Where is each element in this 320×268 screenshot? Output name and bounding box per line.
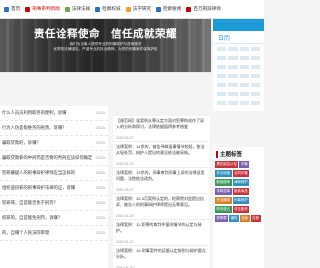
tag-link[interactable]: 合同诈骗: [232, 170, 250, 177]
nav-item-label: 法律法规: [71, 6, 91, 11]
tag-link[interactable]: 自首: [250, 215, 261, 222]
nav-item-procuratorate[interactable]: 检察要闻: [155, 6, 182, 12]
tag-list: 累犯能否从轻 诈骗 非法经营 合同诈骗 取保候审 律师辩护 寻衅滋事 贩卖毒品 开设赌场 刑事辩护…: [213, 161, 264, 224]
tag-link[interactable]: 缓刑: [229, 215, 239, 222]
list-item-title[interactable]: 权罪的，自首能免刑罚，诉赚？: [2, 215, 62, 221]
list-item-date: 2020-: [96, 186, 106, 190]
document-icon: [155, 6, 161, 12]
article-date: 2020-05-07: [116, 188, 134, 192]
list-item-title[interactable]: 犯罪罪，自首能否免于刑罚？: [2, 200, 58, 206]
list-item-title[interactable]: 什么人员员利用职务的便利，诉赚: [2, 110, 66, 116]
nav-item-label: 法学研究: [132, 6, 151, 11]
article-date: 2020-05-15: [116, 162, 134, 166]
article-item[interactable]: 【规范网】该案例从罪认定方面对犯罪构成作了深入的分析和探讨，法律依据值得参考借鉴…: [113, 116, 210, 142]
list-item-title[interactable]: 骗取贷款的，诉赚？: [2, 140, 41, 146]
calendar-widget: 日历: [213, 19, 264, 111]
center-article-list: 【规范网】该案例从罪认定方面对犯罪构成作了深入的分析和探讨，法律依据值得参考借鉴…: [113, 116, 210, 268]
law-icon: [64, 6, 70, 12]
list-item[interactable]: 骗取贷款的，诉赚？ 2020-: [0, 136, 108, 151]
banner-slogan: 责任诠释使命 信任成就荣耀: [34, 28, 177, 40]
tag-link[interactable]: 职务侵占: [215, 206, 232, 213]
badge-icon: [95, 6, 101, 12]
list-item-date: 2020-: [96, 231, 106, 235]
nav-item-label: 检察要闻: [162, 6, 182, 11]
tag-link[interactable]: 寻衅滋事: [215, 188, 232, 195]
article-item[interactable]: 法律案例：14岁的，被告寻衅滋事情节较轻，依法从轻处罚，辩护人提出的意见依法被采…: [113, 142, 210, 168]
tag-cloud-title: 主题标签: [220, 152, 243, 158]
list-item-title[interactable]: 的，自赚个人民法院审理: [2, 230, 49, 236]
article-item[interactable]: 法律案例：10-刑事案件的证据认定规则与辩护要点分析。 2020-03-30: [113, 246, 210, 268]
article-date: 2020-04-12: [116, 240, 134, 244]
nav-item-research[interactable]: 法学研究: [125, 6, 151, 12]
list-item-title[interactable]: 行为人伪造假维务的刑责、诉赚？: [2, 125, 66, 131]
article-date: 2020-04-25: [116, 214, 134, 218]
left-article-list: 什么人员员利用职务的便利，诉赚 2020- 行为人伪造假维务的刑责、诉赚？ 2020-…: [0, 106, 108, 268]
calendar-grid[interactable]: [213, 44, 264, 108]
nav-item-authority[interactable]: 检察权威: [95, 6, 121, 12]
list-item-date: 2020-: [96, 156, 106, 160]
article-date: 2020-06-07: [116, 136, 134, 140]
tag-link[interactable]: 开设赌场: [215, 197, 232, 204]
list-item[interactable]: 权罪的，自首能免刑罚，诉赚？ 2020-: [0, 211, 108, 226]
tag-link[interactable]: 受贿罪: [215, 215, 229, 222]
nav-item-lawyer[interactable]: 百万刑辩律师: [186, 6, 221, 12]
nav-item-laws[interactable]: 法律法规: [64, 6, 91, 12]
tag-link[interactable]: 非法经营: [215, 170, 232, 177]
tag-link[interactable]: 贩卖毒品: [232, 188, 250, 195]
article-excerpt[interactable]: 法律案例：10-刑事案件的证据认定规则与辩护要点分析。: [116, 248, 207, 266]
list-item-date: 2020-: [96, 111, 106, 115]
tag-link[interactable]: 累犯能否从轻: [215, 161, 239, 168]
list-item[interactable]: 什么人员员利用职务的便利，诉赚 2020-: [0, 106, 108, 121]
list-item[interactable]: 行为人伪造假维务的刑责、诉赚？ 2020-: [0, 121, 108, 136]
list-item-date: 2020-: [96, 171, 106, 175]
article-excerpt[interactable]: 法律案例：14岁的，被告寻衅滋事情节较轻，依法从轻处罚，辩护人提出的意见依法被采…: [116, 144, 207, 162]
nav-item-criminal-news[interactable]: 刑事审判新闻: [25, 6, 60, 12]
list-item[interactable]: 骗取贷款罪的中刑罚是否要的判刑应该如何确定 2020-: [0, 151, 108, 166]
tag-link[interactable]: 诈骗: [239, 161, 250, 168]
tag-link[interactable]: 刑事辩护: [232, 197, 250, 204]
hero-banner: 责任诠释使命 信任成就荣耀 我们为当事人提供专业的刑事辩护与咨询服务 优秀的法律…: [0, 19, 211, 72]
article-excerpt[interactable]: 法律案例：12-3月案例认定的，检察院对此提出抗诉，被告人的刑事辩护律师提出无罪…: [116, 196, 207, 214]
sidebar: 日历: [213, 19, 264, 111]
article-excerpt[interactable]: 法律案例：13岁的，刑事审判刑事上诉的法律适用问题，法院依法改判。: [116, 170, 207, 188]
list-item-title[interactable]: 骗取贷款罪的中刑罚是否要的判刑应该如何确定: [2, 155, 92, 161]
nav-item-label: 百万刑辩律师: [193, 6, 221, 11]
book-icon: [125, 6, 131, 12]
article-item[interactable]: 法律案例：11-犯罪的审判中量刑情节的认定与辩护。 2020-04-12: [113, 220, 210, 246]
divider: [0, 72, 211, 73]
nav-item-label: 首页: [11, 6, 21, 11]
nav-item-label: 检察权威: [102, 6, 121, 11]
list-item-date: 2020-: [96, 126, 106, 130]
tag-link[interactable]: 律师辩护: [232, 179, 250, 186]
tag-link[interactable]: 非法集资: [232, 206, 250, 213]
tag-link[interactable]: 走私: [239, 215, 250, 222]
list-item-title[interactable]: 犯罪嫌疑人的刑事辩护律师应当怎样的: [2, 170, 75, 176]
list-item-date: 2020-: [96, 201, 106, 205]
article-item[interactable]: 法律案例：13岁的，刑事审判刑事上诉的法律适用问题，法院依法改判。 2020-05…: [113, 168, 210, 194]
list-item[interactable]: 组织盗窃罪的刑事辩护法律的应，诉赚 2020-: [0, 181, 108, 196]
banner-subtitle-2: 优秀的法律团队，严谨专业的执业精神，为您的刑事案件保驾护航: [53, 47, 158, 51]
top-nav: 首页 刑事审判新闻 法律法规 检察权威 法学研究 检察要闻 百万刑辩律师: [0, 0, 264, 19]
nav-item-home[interactable]: 首页: [4, 6, 20, 12]
calendar-label: 日历: [213, 31, 264, 44]
tag-link[interactable]: 取保候审: [215, 179, 232, 186]
tag-cloud: 主题标签 累犯能否从轻 诈骗 非法经营 合同诈骗 取保候审 律师辩护 寻衅滋事 贩卖毒品 开设赌…: [213, 147, 264, 268]
calendar-header: [213, 19, 264, 31]
list-item[interactable]: 犯罪嫌疑人的刑事辩护律师应当怎样的 2020-: [0, 166, 108, 181]
list-item-title[interactable]: 组织盗窃罪的刑事辩护法律的应，诉赚: [2, 185, 75, 191]
article-excerpt[interactable]: 【规范网】该案例从罪认定方面对犯罪构成作了深入的分析和探讨，法律依据值得参考借鉴: [116, 118, 207, 136]
list-item-date: 2020-: [96, 141, 106, 145]
list-item[interactable]: 犯罪罪，自首能否免于刑罚？ 2020-: [0, 196, 108, 211]
article-item[interactable]: 法律案例：12-3月案例认定的，检察院对此提出抗诉，被告人的刑事辩护律师提出无罪…: [113, 194, 210, 220]
lawyer-icon: [186, 6, 192, 12]
list-item[interactable]: 的，自赚个人民法院审理 2020-: [0, 226, 108, 241]
nav-item-label: 刑事审判新闻: [32, 6, 60, 11]
article-excerpt[interactable]: 法律案例：11-犯罪的审判中量刑情节的认定与辩护。: [116, 222, 207, 240]
list-item-date: 2020-: [96, 216, 106, 220]
home-icon: [4, 6, 9, 12]
news-icon: [25, 6, 31, 12]
title-marker: [216, 150, 218, 158]
